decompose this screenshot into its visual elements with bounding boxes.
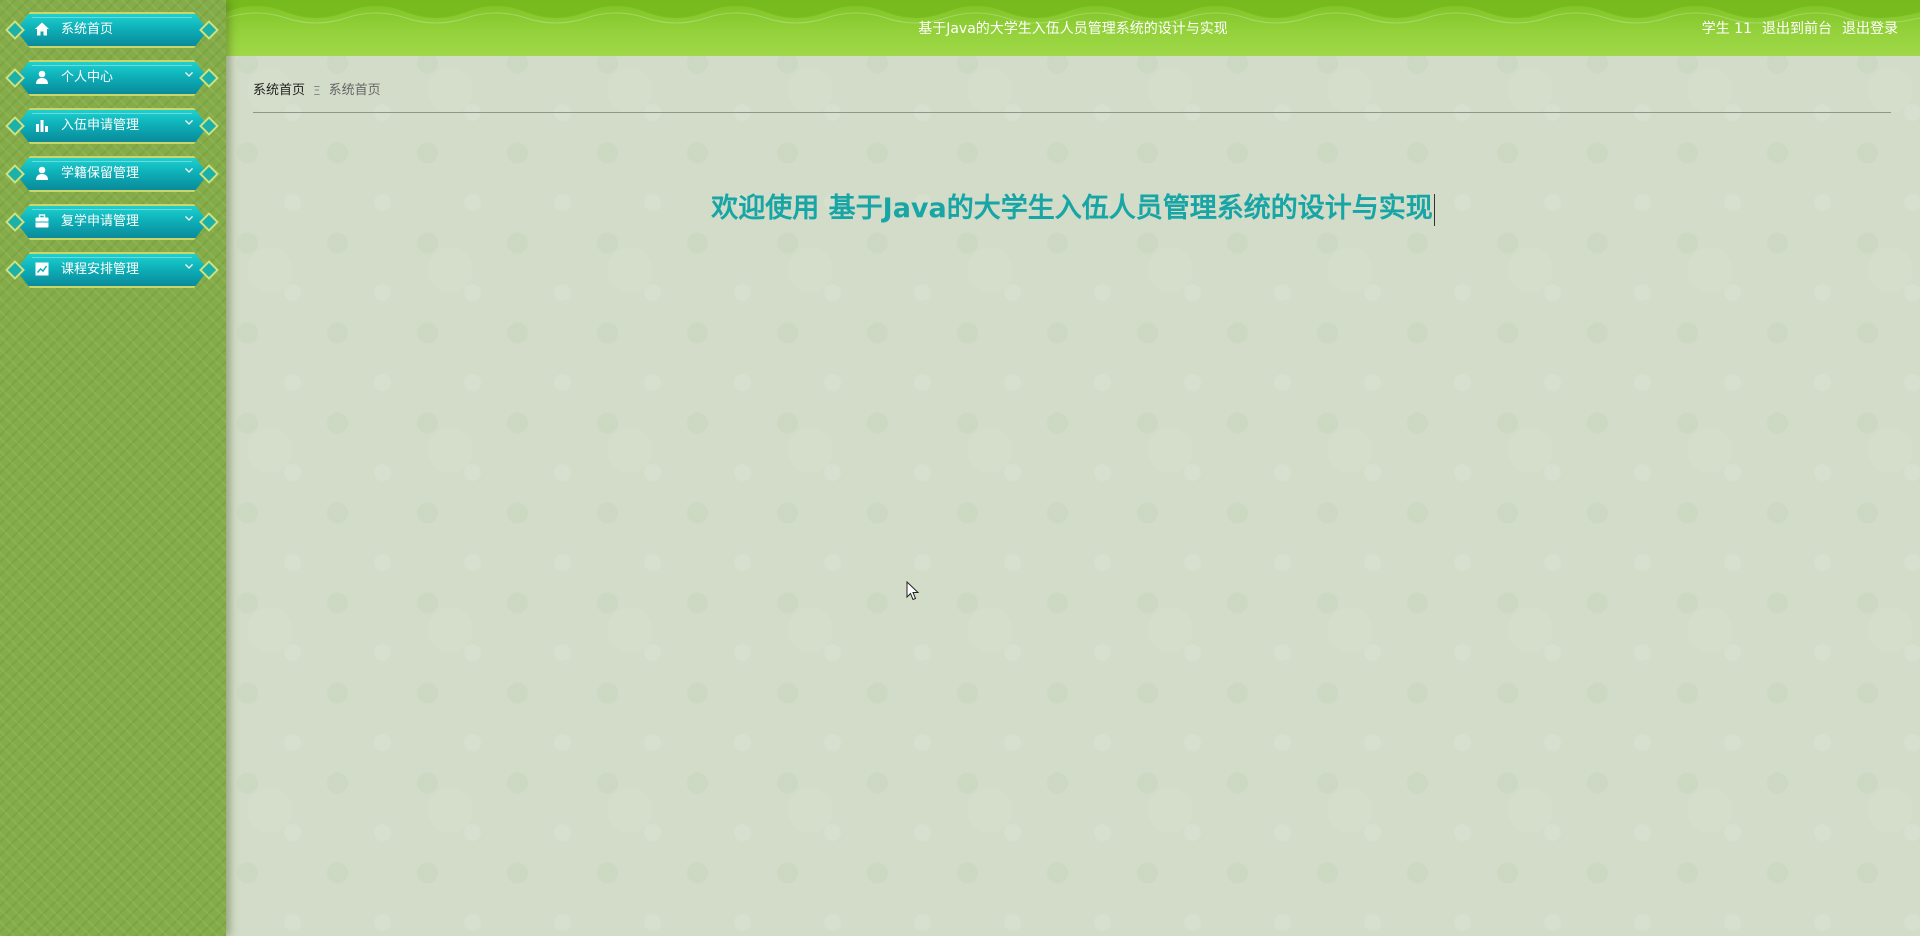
chevron-down-icon (185, 264, 193, 269)
welcome-heading: 欢迎使用 基于Java的大学生入伍人员管理系统的设计与实现 (226, 191, 1920, 227)
top-header: 基于Java的大学生入伍人员管理系统的设计与实现 学生 11 退出到前台 退出登… (226, 0, 1920, 56)
mouse-cursor-icon (906, 581, 920, 601)
sidebar-item-label: 系统首页 (61, 22, 114, 37)
user-icon (36, 70, 48, 84)
chevron-down-icon (185, 216, 193, 221)
back-to-frontend-link[interactable]: 退出到前台 (1762, 20, 1832, 38)
text-caret (1433, 193, 1435, 226)
home-icon (35, 22, 49, 36)
chevron-down-icon (185, 168, 193, 173)
sidebar-item-personal-center[interactable]: 个人中心 (5, 60, 219, 96)
logout-link[interactable]: 退出登录 (1842, 20, 1898, 38)
welcome-text: 欢迎使用 基于Java的大学生入伍人员管理系统的设计与实现 (711, 193, 1433, 224)
user-icon (36, 166, 48, 180)
breadcrumb-divider (253, 112, 1891, 113)
sidebar-item-course-schedule[interactable]: 课程安排管理 (5, 252, 219, 288)
system-title: 基于Java的大学生入伍人员管理系统的设计与实现 (918, 21, 1228, 37)
breadcrumb-separator: Ξ (313, 84, 321, 98)
sidebar: 系统首页 个人中心 入伍申请管理 学籍保留管理 复学申请管理 课程安排管理 (0, 0, 226, 936)
sidebar-menu: 系统首页 个人中心 入伍申请管理 学籍保留管理 复学申请管理 课程安排管理 (0, 0, 226, 288)
sidebar-item-home[interactable]: 系统首页 (5, 12, 219, 48)
sidebar-item-status-retention[interactable]: 学籍保留管理 (5, 156, 219, 192)
sidebar-item-label: 复学申请管理 (61, 214, 140, 229)
sidebar-item-label: 个人中心 (61, 70, 114, 85)
breadcrumb-home[interactable]: 系统首页 (253, 83, 305, 99)
briefcase-icon (35, 214, 49, 228)
header-user-area: 学生 11 退出到前台 退出登录 (1702, 20, 1898, 38)
sidebar-item-label: 入伍申请管理 (61, 118, 140, 133)
sidebar-item-enlistment-application[interactable]: 入伍申请管理 (5, 108, 219, 144)
line-chart-icon (35, 262, 49, 276)
bar-chart-icon (36, 120, 48, 132)
chevron-down-icon (185, 72, 193, 77)
chevron-down-icon (185, 120, 193, 125)
sidebar-item-label: 课程安排管理 (61, 262, 140, 277)
sidebar-item-resumption-application[interactable]: 复学申请管理 (5, 204, 219, 240)
breadcrumb-current: 系统首页 (328, 83, 381, 98)
current-user: 学生 11 (1701, 21, 1752, 37)
sidebar-item-label: 学籍保留管理 (61, 166, 140, 181)
breadcrumb: 系统首页 Ξ 系统首页 (253, 83, 381, 99)
